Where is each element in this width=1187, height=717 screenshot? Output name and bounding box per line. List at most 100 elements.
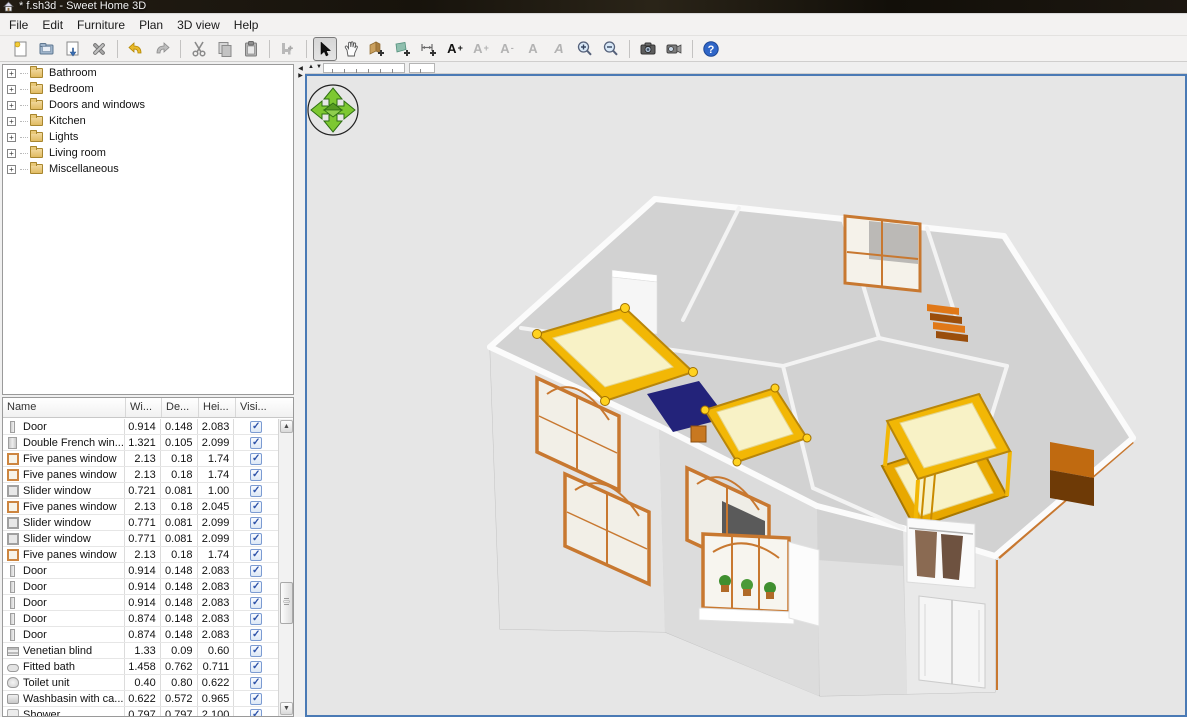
add-furniture-button[interactable] <box>276 37 300 61</box>
visible-checkbox[interactable]: ✓ <box>250 549 262 561</box>
visible-checkbox[interactable]: ✓ <box>250 661 262 673</box>
open-button[interactable] <box>35 37 59 61</box>
expand-icon[interactable]: + <box>7 149 16 158</box>
visible-checkbox[interactable]: ✓ <box>250 469 262 481</box>
scroll-thumb[interactable] <box>280 582 293 624</box>
title-bar[interactable]: * f.sh3d - Sweet Home 3D <box>0 0 1187 14</box>
furniture-row[interactable]: Door 0.914 0.148 2.083 ✓ <box>3 595 278 611</box>
furniture-row[interactable]: Door 0.874 0.148 2.083 ✓ <box>3 627 278 643</box>
select-tool-button[interactable] <box>313 37 337 61</box>
menu-edit[interactable]: Edit <box>35 16 70 34</box>
menu-file[interactable]: File <box>2 16 35 34</box>
furniture-row[interactable]: Slider window 0.771 0.081 2.099 ✓ <box>3 531 278 547</box>
visible-checkbox[interactable]: ✓ <box>250 485 262 497</box>
furniture-row[interactable]: Five panes window 2.13 0.18 1.74 ✓ <box>3 467 278 483</box>
expand-icon[interactable]: + <box>7 165 16 174</box>
furniture-row[interactable]: Five panes window 2.13 0.18 2.045 ✓ <box>3 499 278 515</box>
furniture-row[interactable]: Slider window 0.721 0.081 1.00 ✓ <box>3 483 278 499</box>
split-divider-vertical[interactable]: ◀ ▶ <box>296 62 305 717</box>
create-dimensions-button[interactable] <box>417 37 441 61</box>
add-text-button[interactable]: A+ <box>443 37 467 61</box>
furniture-row[interactable]: Door 0.874 0.148 2.083 ✓ <box>3 611 278 627</box>
create-rooms-button[interactable] <box>391 37 415 61</box>
visible-checkbox[interactable]: ✓ <box>250 517 262 529</box>
help-button[interactable]: ? <box>699 37 723 61</box>
visible-checkbox[interactable]: ✓ <box>250 421 262 433</box>
visible-checkbox[interactable]: ✓ <box>250 677 262 689</box>
visible-checkbox[interactable]: ✓ <box>250 645 262 657</box>
catalog-category-miscellaneous[interactable]: + Miscellaneous <box>3 161 293 177</box>
zoom-out-button[interactable] <box>599 37 623 61</box>
column-height[interactable]: Hei... <box>199 398 236 417</box>
create-video-button[interactable] <box>662 37 686 61</box>
collapse-left-icon[interactable]: ◀ <box>296 66 305 73</box>
visible-checkbox[interactable]: ✓ <box>250 693 262 705</box>
visible-checkbox[interactable]: ✓ <box>250 629 262 641</box>
furniture-row[interactable]: Door 0.914 0.148 2.083 ✓ <box>3 419 278 435</box>
menu-furniture[interactable]: Furniture <box>70 16 132 34</box>
undo-button[interactable] <box>124 37 148 61</box>
create-photo-button[interactable] <box>636 37 660 61</box>
increase-text-size-button[interactable]: A+ <box>469 37 493 61</box>
furniture-row[interactable]: Venetian blind 1.33 0.09 0.60 ✓ <box>3 643 278 659</box>
new-plan-button[interactable] <box>9 37 33 61</box>
visible-checkbox[interactable]: ✓ <box>250 709 262 717</box>
column-visible[interactable]: Visi... <box>236 398 280 417</box>
menu-plan[interactable]: Plan <box>132 16 170 34</box>
3d-view[interactable] <box>305 74 1187 717</box>
furniture-row[interactable]: Door 0.914 0.148 2.083 ✓ <box>3 579 278 595</box>
scroll-down-button[interactable]: ▼ <box>280 702 293 715</box>
cut-button[interactable] <box>187 37 211 61</box>
expand-icon[interactable]: + <box>7 69 16 78</box>
visible-checkbox[interactable]: ✓ <box>250 437 262 449</box>
navigation-compass[interactable] <box>308 85 358 135</box>
catalog-category-kitchen[interactable]: + Kitchen <box>3 113 293 129</box>
furniture-row[interactable]: Slider window 0.771 0.081 2.099 ✓ <box>3 515 278 531</box>
redo-button[interactable] <box>150 37 174 61</box>
plan-view-collapsed[interactable]: ▲▼ <box>305 62 1187 74</box>
menu-help[interactable]: Help <box>227 16 266 34</box>
decrease-text-size-button[interactable]: A- <box>495 37 519 61</box>
visible-checkbox[interactable]: ✓ <box>250 565 262 577</box>
catalog-category-doors-and-windows[interactable]: + Doors and windows <box>3 97 293 113</box>
preferences-button[interactable] <box>87 37 111 61</box>
collapse-right-icon[interactable]: ▶ <box>296 73 305 80</box>
menu-3d-view[interactable]: 3D view <box>170 16 227 34</box>
bold-button[interactable]: A <box>521 37 545 61</box>
italic-button[interactable]: A <box>547 37 571 61</box>
zoom-in-button[interactable] <box>573 37 597 61</box>
table-scrollbar[interactable]: ▲ ▼ <box>278 419 293 716</box>
expand-icon[interactable]: + <box>7 101 16 110</box>
visible-checkbox[interactable]: ✓ <box>250 453 262 465</box>
column-width[interactable]: Wi... <box>126 398 162 417</box>
expand-icon[interactable]: + <box>7 117 16 126</box>
furniture-row[interactable]: Washbasin with ca... 0.622 0.572 0.965 ✓ <box>3 691 278 707</box>
furniture-row[interactable]: Five panes window 2.13 0.18 1.74 ✓ <box>3 547 278 563</box>
expand-icon[interactable]: + <box>7 133 16 142</box>
visible-checkbox[interactable]: ✓ <box>250 533 262 545</box>
visible-checkbox[interactable]: ✓ <box>250 613 262 625</box>
catalog-category-bedroom[interactable]: + Bedroom <box>3 81 293 97</box>
furniture-row[interactable]: Double French win... 1.321 0.105 2.099 ✓ <box>3 435 278 451</box>
furniture-row[interactable]: Fitted bath 1.458 0.762 0.711 ✓ <box>3 659 278 675</box>
pan-tool-button[interactable] <box>339 37 363 61</box>
create-walls-button[interactable] <box>365 37 389 61</box>
visible-checkbox[interactable]: ✓ <box>250 597 262 609</box>
furniture-row[interactable]: Door 0.914 0.148 2.083 ✓ <box>3 563 278 579</box>
scroll-up-button[interactable]: ▲ <box>280 420 293 433</box>
visible-checkbox[interactable]: ✓ <box>250 501 262 513</box>
furniture-row[interactable]: Five panes window 2.13 0.18 1.74 ✓ <box>3 451 278 467</box>
catalog-category-living-room[interactable]: + Living room <box>3 145 293 161</box>
furniture-row[interactable]: Toilet unit 0.40 0.80 0.622 ✓ <box>3 675 278 691</box>
column-name[interactable]: Name <box>3 398 126 417</box>
paste-button[interactable] <box>239 37 263 61</box>
catalog-category-bathroom[interactable]: + Bathroom <box>3 65 293 81</box>
catalog-category-lights[interactable]: + Lights <box>3 129 293 145</box>
column-depth[interactable]: De... <box>162 398 199 417</box>
save-button[interactable] <box>61 37 85 61</box>
copy-button[interactable] <box>213 37 237 61</box>
furniture-row[interactable]: Shower 0.797 0.797 2.100 ✓ <box>3 707 278 716</box>
visible-checkbox[interactable]: ✓ <box>250 581 262 593</box>
expand-icon[interactable]: + <box>7 85 16 94</box>
split-divider-horizontal-icons[interactable]: ▲▼ <box>308 64 324 70</box>
